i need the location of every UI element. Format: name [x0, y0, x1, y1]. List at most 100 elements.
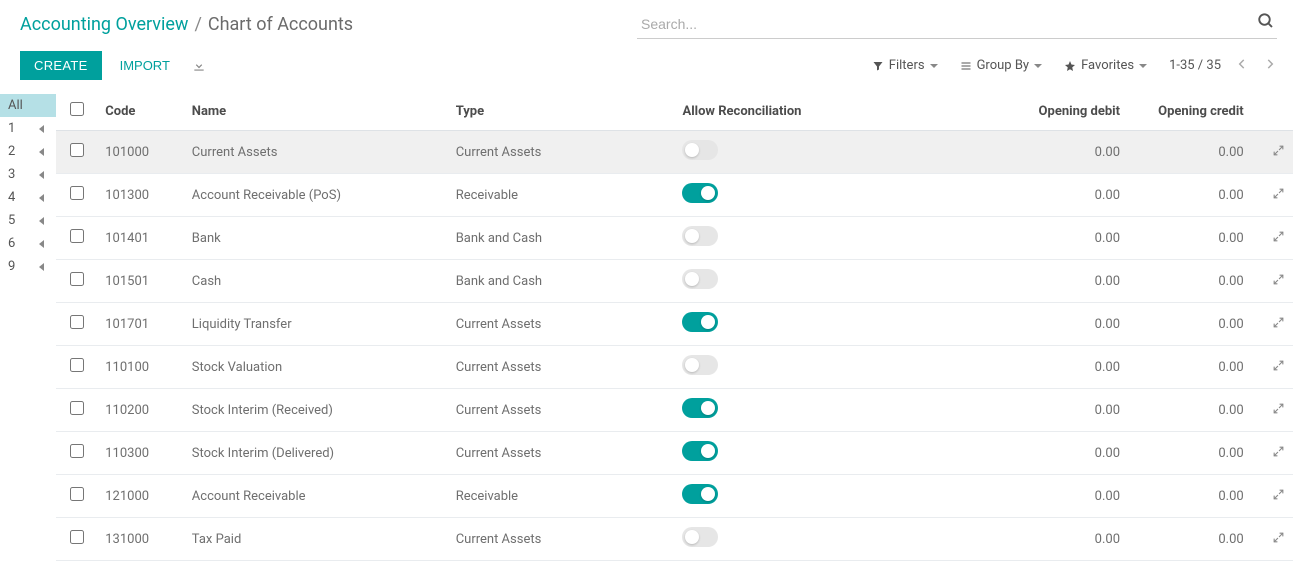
reconciliation-toggle[interactable]: [682, 312, 718, 332]
cell-credit: 0.00: [1128, 389, 1252, 432]
cell-code: 101000: [97, 131, 184, 174]
search-icon[interactable]: [1257, 12, 1275, 34]
caret-left-icon: [39, 240, 44, 248]
cell-type: Current Assets: [448, 389, 675, 432]
reconciliation-toggle[interactable]: [682, 441, 718, 461]
alpha-item[interactable]: 4: [0, 186, 56, 209]
reconciliation-toggle[interactable]: [682, 269, 718, 289]
expand-icon[interactable]: [1272, 447, 1285, 462]
expand-icon[interactable]: [1272, 275, 1285, 290]
row-checkbox[interactable]: [70, 358, 84, 372]
cell-credit: 0.00: [1128, 260, 1252, 303]
expand-icon[interactable]: [1272, 533, 1285, 548]
cell-type: Current Assets: [448, 432, 675, 475]
cell-debit: 0.00: [953, 518, 1128, 561]
col-type[interactable]: Type: [448, 90, 675, 131]
expand-icon[interactable]: [1272, 361, 1285, 376]
cell-type: Receivable: [448, 475, 675, 518]
expand-icon[interactable]: [1272, 232, 1285, 247]
row-checkbox[interactable]: [70, 229, 84, 243]
group-by-button[interactable]: Group By: [960, 58, 1043, 73]
reconciliation-toggle[interactable]: [682, 226, 718, 246]
table-row[interactable]: 101401BankBank and Cash0.000.00: [56, 217, 1293, 260]
cell-type: Current Assets: [448, 131, 675, 174]
filters-button[interactable]: Filters: [872, 58, 938, 73]
breadcrumb: Accounting Overview / Chart of Accounts: [20, 10, 353, 45]
col-debit[interactable]: Opening debit: [953, 90, 1128, 131]
table-row[interactable]: 101000Current AssetsCurrent Assets0.000.…: [56, 131, 1293, 174]
row-checkbox[interactable]: [70, 143, 84, 157]
alpha-nav: All1 2 3 4 569: [0, 90, 56, 561]
alpha-item[interactable]: 2: [0, 140, 56, 163]
select-all-checkbox[interactable]: [70, 102, 84, 116]
cell-type: Current Assets: [448, 303, 675, 346]
cell-credit: 0.00: [1128, 518, 1252, 561]
alpha-item[interactable]: 5: [0, 209, 56, 232]
pager-range[interactable]: 1-35 / 35: [1169, 58, 1221, 73]
alpha-item[interactable]: 9: [0, 255, 56, 278]
favorites-label: Favorites: [1081, 58, 1134, 73]
cell-code: 110200: [97, 389, 184, 432]
table-row[interactable]: 101300Account Receivable (PoS)Receivable…: [56, 174, 1293, 217]
expand-icon[interactable]: [1272, 490, 1285, 505]
chevron-right-icon: [1263, 57, 1277, 71]
alpha-item[interactable]: All: [0, 94, 56, 117]
alpha-label: 2: [8, 144, 15, 159]
cell-debit: 0.00: [953, 131, 1128, 174]
row-checkbox[interactable]: [70, 272, 84, 286]
row-checkbox[interactable]: [70, 315, 84, 329]
row-checkbox[interactable]: [70, 186, 84, 200]
row-checkbox[interactable]: [70, 444, 84, 458]
reconciliation-toggle[interactable]: [682, 398, 718, 418]
cell-name: Tax Paid: [184, 518, 448, 561]
cell-type: Bank and Cash: [448, 217, 675, 260]
search-input[interactable]: [637, 10, 1277, 39]
list-icon: [960, 60, 972, 72]
col-code[interactable]: Code: [97, 90, 184, 131]
cell-name: Stock Interim (Delivered): [184, 432, 448, 475]
reconciliation-toggle[interactable]: [682, 183, 718, 203]
reconciliation-toggle[interactable]: [682, 527, 718, 547]
reconciliation-toggle[interactable]: [682, 484, 718, 504]
expand-icon[interactable]: [1272, 146, 1285, 161]
reconciliation-toggle[interactable]: [682, 140, 718, 160]
alpha-label: 4: [8, 190, 15, 205]
alpha-item[interactable]: 6: [0, 232, 56, 255]
pager-next[interactable]: [1263, 57, 1277, 75]
expand-icon[interactable]: [1272, 318, 1285, 333]
create-button[interactable]: CREATE: [20, 51, 102, 80]
table-row[interactable]: 101501CashBank and Cash0.000.00: [56, 260, 1293, 303]
breadcrumb-separator: /: [194, 14, 201, 35]
cell-code: 101701: [97, 303, 184, 346]
favorites-button[interactable]: Favorites: [1064, 58, 1147, 73]
cell-credit: 0.00: [1128, 475, 1252, 518]
cell-code: 110300: [97, 432, 184, 475]
pager-prev[interactable]: [1235, 57, 1249, 75]
download-icon[interactable]: [188, 55, 210, 77]
col-recon[interactable]: Allow Reconciliation: [674, 90, 952, 131]
import-button[interactable]: IMPORT: [116, 51, 174, 80]
expand-icon[interactable]: [1272, 189, 1285, 204]
expand-icon[interactable]: [1272, 404, 1285, 419]
table-row[interactable]: 121000Account ReceivableReceivable0.000.…: [56, 475, 1293, 518]
reconciliation-toggle[interactable]: [682, 355, 718, 375]
table-row[interactable]: 131000Tax PaidCurrent Assets0.000.00: [56, 518, 1293, 561]
caret-left-icon: [39, 125, 44, 133]
cell-credit: 0.00: [1128, 217, 1252, 260]
col-credit[interactable]: Opening credit: [1128, 90, 1252, 131]
breadcrumb-parent[interactable]: Accounting Overview: [20, 14, 188, 35]
alpha-item[interactable]: 3: [0, 163, 56, 186]
row-checkbox[interactable]: [70, 401, 84, 415]
col-name[interactable]: Name: [184, 90, 448, 131]
cell-credit: 0.00: [1128, 432, 1252, 475]
row-checkbox[interactable]: [70, 487, 84, 501]
table-row[interactable]: 110300Stock Interim (Delivered)Current A…: [56, 432, 1293, 475]
row-checkbox[interactable]: [70, 530, 84, 544]
cell-code: 101501: [97, 260, 184, 303]
alpha-item[interactable]: 1: [0, 117, 56, 140]
table-row[interactable]: 110200Stock Interim (Received)Current As…: [56, 389, 1293, 432]
table-row[interactable]: 101701Liquidity TransferCurrent Assets0.…: [56, 303, 1293, 346]
cell-debit: 0.00: [953, 475, 1128, 518]
cell-name: Account Receivable (PoS): [184, 174, 448, 217]
table-row[interactable]: 110100Stock ValuationCurrent Assets0.000…: [56, 346, 1293, 389]
